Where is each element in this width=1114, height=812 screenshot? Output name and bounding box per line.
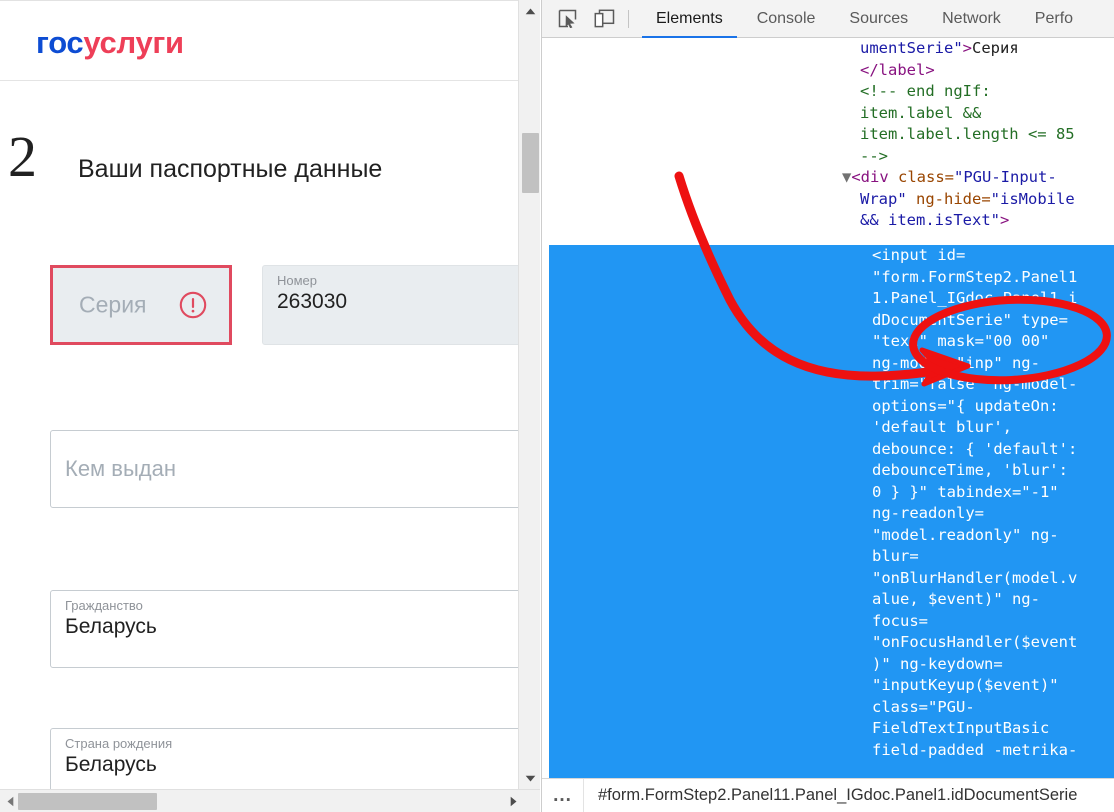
code-line-expanded[interactable]: ▼<div class="PGU-Input- [542,167,1114,189]
code-line[interactable]: "onBlurHandler(model.v [542,568,1114,590]
code-lines-selected: <input id= "form.FormStep2.Panel1 1.Pane… [542,245,1114,761]
inspect-element-icon[interactable] [551,4,583,34]
page-vertical-scrollbar[interactable] [518,0,540,789]
tab-sources[interactable]: Sources [832,0,925,38]
code-line[interactable]: && item.isText"> [542,210,1114,232]
breadcrumb-overflow-button[interactable]: ... [542,779,584,812]
exclamation-circle-icon [179,291,207,319]
code-line[interactable]: )" ng-keydown= [542,654,1114,676]
code-line[interactable]: 0 } }" tabindex="-1" [542,482,1114,504]
grazhdanstvo-label: Гражданство [65,598,143,613]
code-line[interactable]: dDocumentSerie" type= [542,310,1114,332]
kem-vydan-field[interactable]: Кем выдан [50,430,527,508]
browser-page-viewport: госуслуги 2 Ваши паспортные данные Серия… [0,0,540,789]
code-line[interactable]: <!-- end ngIf: [542,81,1114,103]
gosuslugi-logo[interactable]: госуслуги [36,25,184,61]
tab-elements[interactable]: Elements [639,0,740,38]
toolbar-divider [628,9,629,28]
page-title: Ваши паспортные данные [78,155,383,183]
grazhdanstvo-value: Беларусь [65,615,157,638]
code-line[interactable]: </label> [542,60,1114,82]
code-line[interactable]: field-padded -metrika- [542,740,1114,762]
code-line[interactable]: options="{ updateOn: [542,396,1114,418]
logo-text-secondary: услуги [83,25,184,60]
tab-network[interactable]: Network [925,0,1018,38]
code-lines-upper: umentSerie">Серия </label> <!-- end ngIf… [542,38,1114,232]
scroll-up-arrow-icon[interactable] [519,2,540,20]
serie-field[interactable]: Серия [50,265,232,345]
code-line[interactable]: item.label && [542,103,1114,125]
device-toolbar-icon[interactable] [588,4,620,34]
page-horizontal-scrollbar[interactable] [0,789,540,812]
code-line[interactable]: debounce: { 'default': [542,439,1114,461]
code-line[interactable]: trim="false" ng-model- [542,374,1114,396]
tab-performance[interactable]: Perfo [1018,0,1090,38]
page-vertical-scroll-thumb[interactable] [522,133,539,193]
strana-rozhdeniya-label: Страна рождения [65,736,173,751]
code-line[interactable]: "model.readonly" ng- [542,525,1114,547]
code-line[interactable]: "text" mask="00 00" [542,331,1114,353]
nomer-field[interactable]: Номер 263030 [262,265,527,345]
devtools-tabs: Elements Console Sources Network Perfo [639,0,1090,38]
code-line[interactable]: ng-model="inp" ng- [542,353,1114,375]
devtools-status-bar: ... #form.FormStep2.Panel11.Panel_IGdoc.… [542,778,1114,812]
scroll-right-arrow-icon[interactable] [504,790,522,812]
code-line[interactable]: debounceTime, 'blur': [542,460,1114,482]
site-header: госуслуги [0,1,518,81]
serie-placeholder: Серия [79,291,147,318]
logo-text-primary: гос [36,25,84,60]
screenshot-root: госуслуги 2 Ваши паспортные данные Серия… [0,0,1114,812]
scroll-left-arrow-icon[interactable] [1,790,19,812]
code-line[interactable]: Wrap" ng-hide="isMobile [542,189,1114,211]
code-line[interactable]: 1.Panel_IGdoc.Panel1.i [542,288,1114,310]
code-line[interactable]: --> [542,146,1114,168]
code-line[interactable]: "inputKeyup($event)" [542,675,1114,697]
breadcrumb[interactable]: #form.FormStep2.Panel11.Panel_IGdoc.Pane… [584,786,1077,805]
code-line[interactable]: blur= [542,546,1114,568]
tab-console[interactable]: Console [740,0,833,38]
step-number: 2 [8,124,37,189]
scroll-down-arrow-icon[interactable] [519,769,540,787]
page-horizontal-scroll-thumb[interactable] [18,793,157,810]
gosuslugi-form-page: госуслуги 2 Ваши паспортные данные Серия… [0,0,527,789]
strana-rozhdeniya-value: Беларусь [65,753,157,776]
code-line[interactable]: FieldTextInputBasic [542,718,1114,740]
strana-rozhdeniya-field[interactable]: Страна рождения Беларусь [50,728,527,789]
grazhdanstvo-field[interactable]: Гражданство Беларусь [50,590,527,668]
code-line[interactable]: item.label.length <= 85 [542,124,1114,146]
code-line[interactable]: focus= [542,611,1114,633]
code-line[interactable]: "onFocusHandler($event [542,632,1114,654]
code-line[interactable]: class="PGU- [542,697,1114,719]
devtools-panel: Elements Console Sources Network Perfo u… [541,0,1114,812]
code-line[interactable]: ng-readonly= [542,503,1114,525]
nomer-label: Номер [277,273,318,288]
devtools-toolbar: Elements Console Sources Network Perfo [542,0,1114,38]
code-line[interactable]: 'default blur', [542,417,1114,439]
kem-vydan-placeholder: Кем выдан [65,456,177,481]
code-line[interactable]: "form.FormStep2.Panel1 [542,267,1114,289]
code-line[interactable]: <input id= [542,245,1114,267]
code-line[interactable]: umentSerie">Серия [542,38,1114,60]
dom-tree-code-view[interactable]: umentSerie">Серия </label> <!-- end ngIf… [542,38,1114,778]
nomer-value: 263030 [277,290,348,313]
code-line[interactable]: alue, $event)" ng- [542,589,1114,611]
